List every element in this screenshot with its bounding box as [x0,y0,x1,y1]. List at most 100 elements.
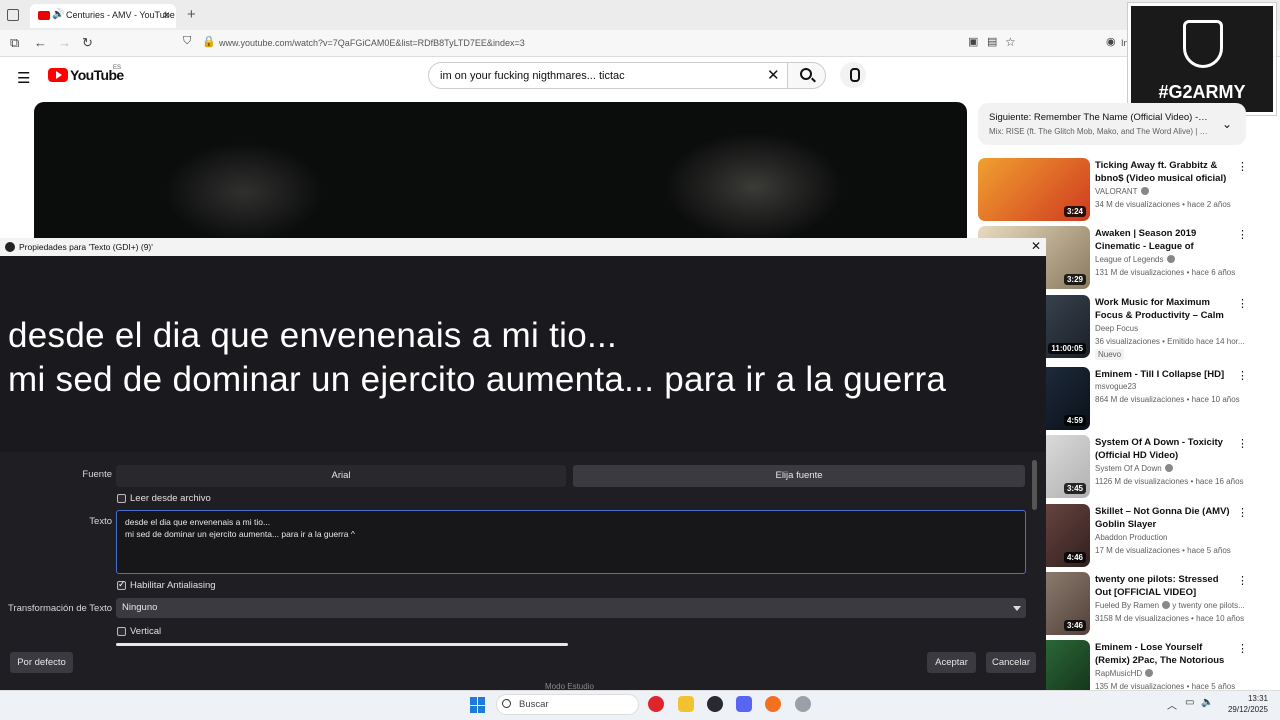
font-label: Fuente [82,469,112,480]
up-next-title: Siguiente: Remember The Name (Official V… [989,112,1209,123]
volume-icon[interactable]: 🔈 [1201,697,1213,708]
preview-line-2: mi sed de dominar un ejercito aumenta...… [8,360,947,399]
youtube-favicon-icon [38,11,50,20]
channel-name[interactable]: System Of A Down [1095,464,1173,473]
text-transform-label: Transformación de Texto [7,603,112,614]
video-title[interactable]: Ticking Away ft. Grabbitz & bbno$ (Video… [1095,159,1233,186]
dialog-title: Propiedades para 'Texto (GDI+) (9)' [19,242,153,252]
settings-gear-icon[interactable] [795,696,811,712]
profile-icon[interactable]: ◉ [1106,35,1116,48]
close-icon[interactable]: ✕ [1031,239,1041,253]
video-title[interactable]: Work Music for Maximum Focus & Productiv… [1095,296,1233,323]
text-transform-select[interactable]: Ninguno [116,598,1026,618]
sidebar-toggle-icon[interactable]: ⧉ [10,35,19,51]
reader-view-icon[interactable]: ▤ [987,35,997,48]
form-scrollbar[interactable] [1032,460,1037,510]
video-title[interactable]: Eminem - Lose Yourself (Remix) 2Pac, The… [1095,641,1233,668]
channel-name[interactable]: Abaddon Production [1095,533,1168,542]
vertical-label[interactable]: Vertical [130,626,161,637]
search-icon [502,699,511,708]
speaker-icon[interactable]: 🔊 [52,9,64,20]
video-title[interactable]: Awaken | Season 2019 Cinematic - League … [1095,227,1233,254]
video-title[interactable]: Eminem - Till I Collapse [HD] [1095,368,1233,381]
picture-in-picture-icon[interactable]: ▣ [968,35,978,48]
tab-overview-icon[interactable] [7,9,19,21]
back-icon[interactable]: ← [34,35,47,50]
more-options-icon[interactable]: ⋮ [1237,297,1248,310]
shield-icon[interactable]: ⛉ [183,35,191,48]
browser-tab[interactable]: 🔊 Centuries - AMV - YouTube × [30,4,176,28]
defaults-button[interactable]: Por defecto [10,652,73,673]
forward-icon[interactable]: → [58,35,71,50]
read-from-file-checkbox[interactable] [117,494,126,503]
video-title[interactable]: twenty one pilots: Stressed Out [OFFICIA… [1095,573,1233,599]
new-tab-icon[interactable]: + [187,6,196,23]
ok-button[interactable]: Aceptar [927,652,976,673]
video-meta: 36 visualizaciones • Emitido hace 14 hor… [1095,337,1245,346]
up-next-panel[interactable] [978,103,1246,145]
bookmark-star-icon[interactable]: ☆ [1005,35,1016,49]
duration-badge: 3:29 [1063,274,1086,285]
more-options-icon[interactable]: ⋮ [1237,228,1248,241]
antialiasing-checkbox[interactable] [117,579,126,590]
discord-icon[interactable] [736,696,752,712]
more-options-icon[interactable]: ⋮ [1237,642,1246,655]
more-options-icon[interactable]: ⋮ [1237,160,1248,173]
network-icon[interactable]: ▭ [1185,697,1194,708]
channel-name[interactable]: Fueled By Ramen y twenty one pilots... [1095,601,1245,610]
text-input[interactable]: desde el dia que envenenais a mi tio... … [116,510,1026,574]
channel-name[interactable]: RapMusicHD [1095,669,1154,678]
antialiasing-label[interactable]: Habilitar Antialiasing [130,580,216,591]
channel-label: System Of A Down [1095,464,1162,473]
dialog-titlebar[interactable]: Propiedades para 'Texto (GDI+) (9)' ✕ [0,238,1046,256]
duration-badge: 3:45 [1063,483,1086,494]
more-options-icon[interactable]: ⋮ [1237,574,1248,587]
file-explorer-icon[interactable] [678,696,694,712]
vertical-checkbox[interactable] [117,627,126,636]
cancel-button[interactable]: Cancelar [986,652,1036,673]
up-next-label: Siguiente: [989,112,1032,123]
verified-icon [1166,255,1175,263]
video-meta: 34 M de visualizaciones • hace 2 años [1095,200,1231,209]
system-clock[interactable]: 13:31 29/12/2025 [1222,693,1268,715]
video-player[interactable] [34,102,967,238]
verified-icon [1164,464,1173,472]
opera-icon[interactable] [648,696,664,712]
clear-search-icon[interactable]: ✕ [767,66,780,84]
channel-name[interactable]: League of Legends [1095,255,1175,264]
browser-tabbar: 🔊 Centuries - AMV - YouTube × + [0,0,1280,30]
reload-icon[interactable]: ↻ [82,35,93,51]
microphone-icon[interactable] [840,62,866,88]
channel-name[interactable]: Deep Focus [1095,324,1138,333]
search-icon [800,68,812,80]
chevron-up-icon[interactable]: ︿ [1167,697,1177,712]
youtube-logo-icon[interactable] [48,68,68,82]
chevron-down-icon[interactable]: ⌄ [1222,117,1232,131]
more-options-icon[interactable]: ⋮ [1237,369,1248,382]
windows-taskbar [0,690,1280,720]
video-title[interactable]: Skillet – Not Gonna Die (AMV) Goblin Sla… [1095,505,1233,531]
windows-start-icon[interactable] [470,697,486,713]
recommendation-item[interactable]: 3:24 Ticking Away ft. Grabbitz & bbno$ (… [978,158,1248,224]
duration-badge: 4:59 [1063,415,1086,426]
channel-label: Fueled By Ramen [1095,601,1160,610]
more-options-icon[interactable]: ⋮ [1237,437,1248,450]
channel-extra-label: y twenty one pilots... [1172,601,1245,610]
horizontal-scrollbar[interactable] [116,643,568,646]
clock-date: 29/12/2025 [1227,705,1268,714]
g2-overlay-text: #G2ARMY [1158,82,1246,102]
obs-app-icon[interactable] [707,696,723,712]
channel-name[interactable]: msvogue23 [1095,382,1136,391]
more-options-icon[interactable]: ⋮ [1237,506,1248,519]
verified-icon [1140,187,1149,195]
g2-logo-icon [1183,20,1223,68]
choose-font-button[interactable]: Elija fuente [573,465,1025,487]
read-from-file-label[interactable]: Leer desde archivo [130,493,211,504]
video-title[interactable]: System Of A Down - Toxicity (Official HD… [1095,436,1233,462]
video-thumbnail[interactable]: 3:24 [978,158,1090,221]
firefox-icon[interactable] [765,696,781,712]
close-tab-icon[interactable]: × [163,8,170,22]
hamburger-menu-icon[interactable]: ☰ [17,69,30,87]
taskbar-search-box[interactable] [496,694,639,715]
channel-name[interactable]: VALORANT [1095,187,1149,196]
